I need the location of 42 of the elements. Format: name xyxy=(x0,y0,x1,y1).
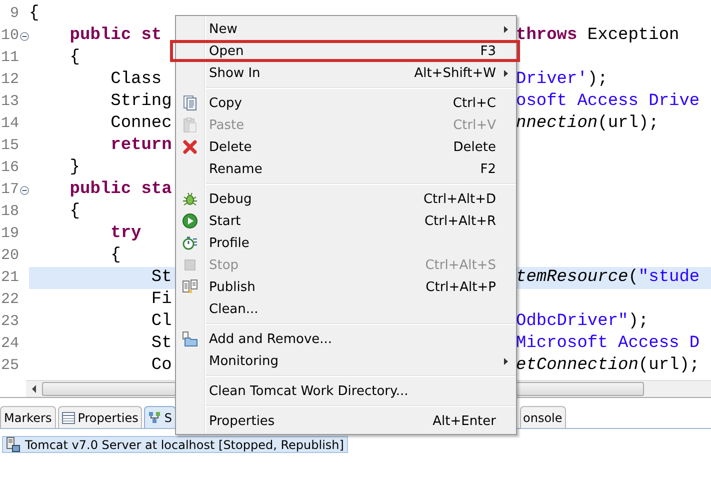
code-text: public sta xyxy=(68,179,173,201)
code-text: etConnection(url); xyxy=(516,356,700,375)
code-text: Fi xyxy=(150,289,173,311)
line-number: 20 xyxy=(0,246,19,266)
line-number: 16 xyxy=(0,158,19,178)
code-text: Driver'); xyxy=(516,70,608,89)
code-text: return xyxy=(110,135,173,157)
line-number: 12 xyxy=(0,70,19,90)
code-text: { xyxy=(110,245,122,267)
code-text: temResource("stude xyxy=(516,268,700,287)
code-text: Co xyxy=(150,355,173,377)
line-number: 14 xyxy=(0,114,19,134)
code-text: { xyxy=(68,201,82,223)
code-text: St xyxy=(29,267,174,289)
code-text: public st xyxy=(68,25,163,47)
code-text: { xyxy=(29,3,40,25)
line-number: 9 xyxy=(8,4,19,24)
line-number: 25 xyxy=(0,356,19,376)
code-text: } xyxy=(68,157,82,179)
line-number: 18 xyxy=(0,202,19,222)
code-text: osoft Access Drive xyxy=(516,92,700,111)
line-number: 23 xyxy=(0,312,19,332)
code-text: Class xyxy=(110,69,163,91)
line-number: 10 xyxy=(0,26,19,46)
line-number: 15 xyxy=(0,136,19,156)
code-text: nnection(url); xyxy=(516,114,659,133)
line-number: 22 xyxy=(0,290,19,310)
code-text: Microsoft Access D xyxy=(516,334,700,353)
line-number: 11 xyxy=(0,48,19,68)
line-number: 13 xyxy=(0,92,19,112)
code-text: St xyxy=(150,333,173,355)
code-text: OdbcDriver"); xyxy=(516,312,649,331)
code-text: throws Exception xyxy=(516,26,680,45)
code-text: try xyxy=(110,223,142,245)
code-text: Connec xyxy=(110,113,173,135)
code-text: String xyxy=(110,91,173,113)
code-text: { xyxy=(68,47,82,69)
line-number: 19 xyxy=(0,224,19,244)
line-number: 17 xyxy=(0,180,19,200)
line-number: 21 xyxy=(0,268,19,288)
code-text: Cl xyxy=(150,311,173,333)
line-number: 24 xyxy=(0,334,19,354)
